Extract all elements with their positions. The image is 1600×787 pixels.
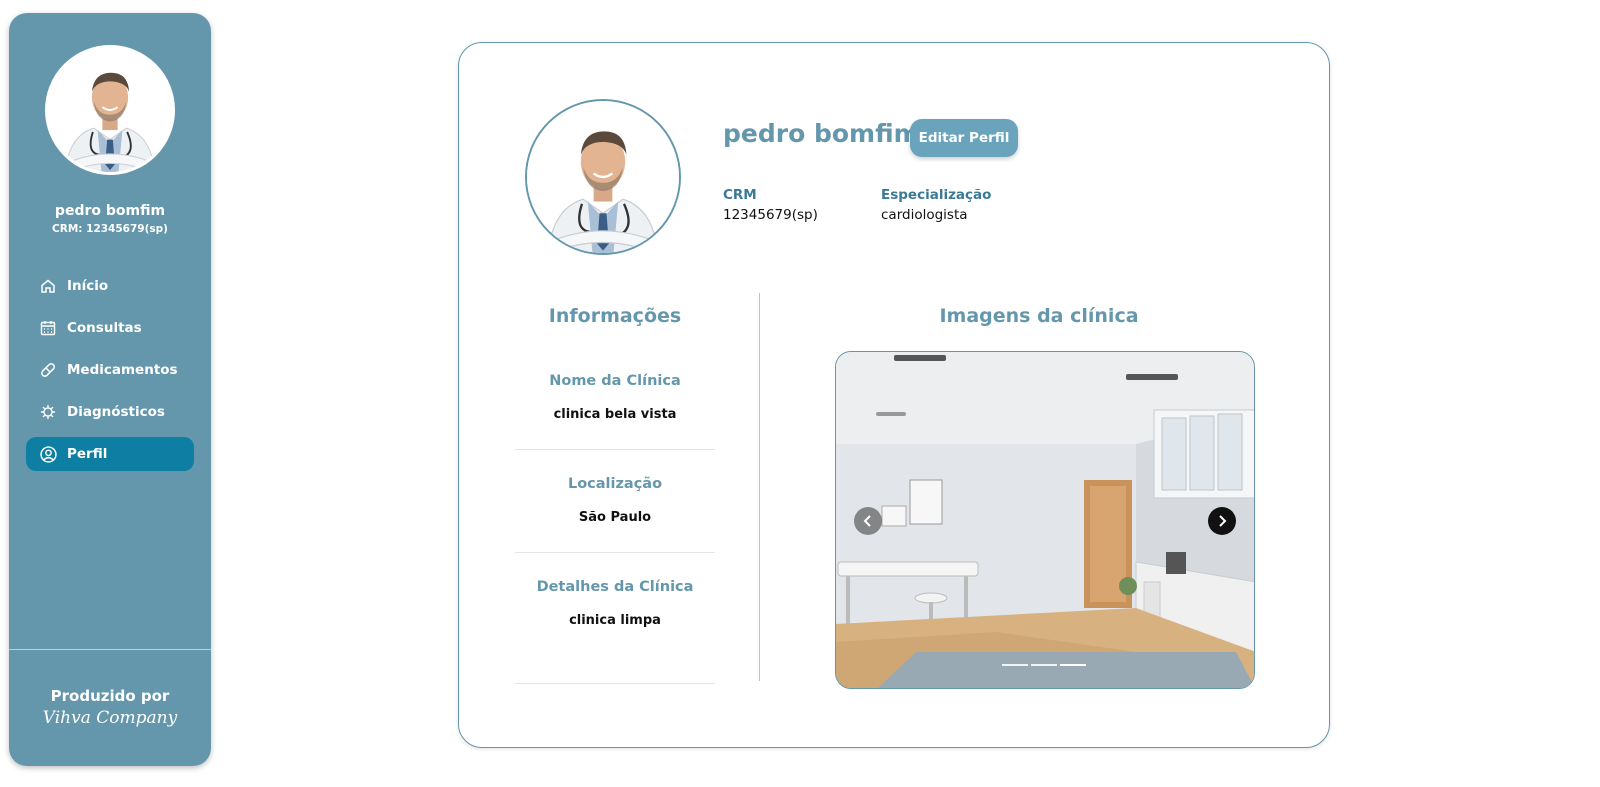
crm-value: 12345679(sp) xyxy=(723,207,818,223)
clinic-details-field: Detalhes da Clínica clinica limpa xyxy=(515,579,715,628)
footer-company-logo: Vihva Company xyxy=(42,708,178,728)
sidebar-item-label: Perfil xyxy=(67,446,108,462)
sidebar-nav: Início Consultas Medicamentos Diagnóstic… xyxy=(26,269,194,479)
sidebar-user-crm: CRM: 12345679(sp) xyxy=(52,223,168,235)
sidebar-user-name: pedro bomfim xyxy=(54,203,166,219)
carousel-indicator[interactable] xyxy=(1002,664,1028,666)
calendar-icon xyxy=(39,319,57,337)
clinic-name-value: clinica bela vista xyxy=(553,407,677,422)
profile-avatar xyxy=(525,99,681,255)
specialization-label: Especialização xyxy=(881,187,992,203)
location-value: São Paulo xyxy=(578,510,652,525)
sidebar-item-label: Diagnósticos xyxy=(67,404,165,420)
carousel-indicators xyxy=(1002,664,1086,666)
clinic-photo xyxy=(836,352,1254,688)
sidebar-item-label: Início xyxy=(67,278,109,294)
carousel-indicator[interactable] xyxy=(1060,664,1086,666)
clinic-name-field: Nome da Clínica clinica bela vista xyxy=(515,373,715,422)
edit-profile-button[interactable]: Editar Perfil xyxy=(910,119,1018,157)
sidebar-item-label: Medicamentos xyxy=(67,362,178,378)
crm-label: CRM xyxy=(723,187,757,203)
sidebar-item-diagnosticos[interactable]: Diagnósticos xyxy=(26,395,194,429)
location-label: Localização xyxy=(567,476,663,492)
doctor-photo xyxy=(527,101,679,253)
profile-name: pedro bomfim xyxy=(723,119,920,148)
doctor-photo xyxy=(48,48,172,172)
sidebar-item-perfil[interactable]: Perfil xyxy=(26,437,194,471)
pill-icon xyxy=(39,361,57,379)
section-divider xyxy=(759,293,760,681)
divider xyxy=(515,683,715,684)
avatar[interactable] xyxy=(45,45,175,175)
specialization-value: cardiologista xyxy=(881,207,968,223)
carousel-indicator[interactable] xyxy=(1031,664,1057,666)
gallery-title: Imagens da clínica xyxy=(939,305,1139,327)
clinic-image-carousel[interactable] xyxy=(835,351,1255,689)
clinic-details-value: clinica limpa xyxy=(569,613,661,628)
sidebar: pedro bomfim CRM: 12345679(sp) Início Co… xyxy=(9,13,211,766)
chevron-left-icon xyxy=(863,515,871,527)
profile-card: pedro bomfim Editar Perfil CRM 12345679(… xyxy=(458,42,1330,748)
carousel-next-button[interactable] xyxy=(1208,507,1236,535)
divider xyxy=(515,449,715,450)
sidebar-item-label: Consultas xyxy=(67,320,142,336)
virus-icon xyxy=(39,403,57,421)
sidebar-item-consultas[interactable]: Consultas xyxy=(26,311,194,345)
user-circle-icon xyxy=(39,445,57,463)
sidebar-item-inicio[interactable]: Início xyxy=(26,269,194,303)
sidebar-item-medicamentos[interactable]: Medicamentos xyxy=(26,353,194,387)
carousel-prev-button[interactable] xyxy=(854,507,882,535)
location-field: Localização São Paulo xyxy=(515,476,715,525)
chevron-right-icon xyxy=(1219,515,1227,527)
clinic-details-label: Detalhes da Clínica xyxy=(536,579,694,595)
divider xyxy=(515,552,715,553)
footer-produced-by: Produzido por xyxy=(50,687,170,705)
sidebar-divider xyxy=(9,649,211,650)
info-section-title: Informações xyxy=(548,305,682,327)
home-icon xyxy=(39,277,57,295)
clinic-name-label: Nome da Clínica xyxy=(549,373,681,389)
